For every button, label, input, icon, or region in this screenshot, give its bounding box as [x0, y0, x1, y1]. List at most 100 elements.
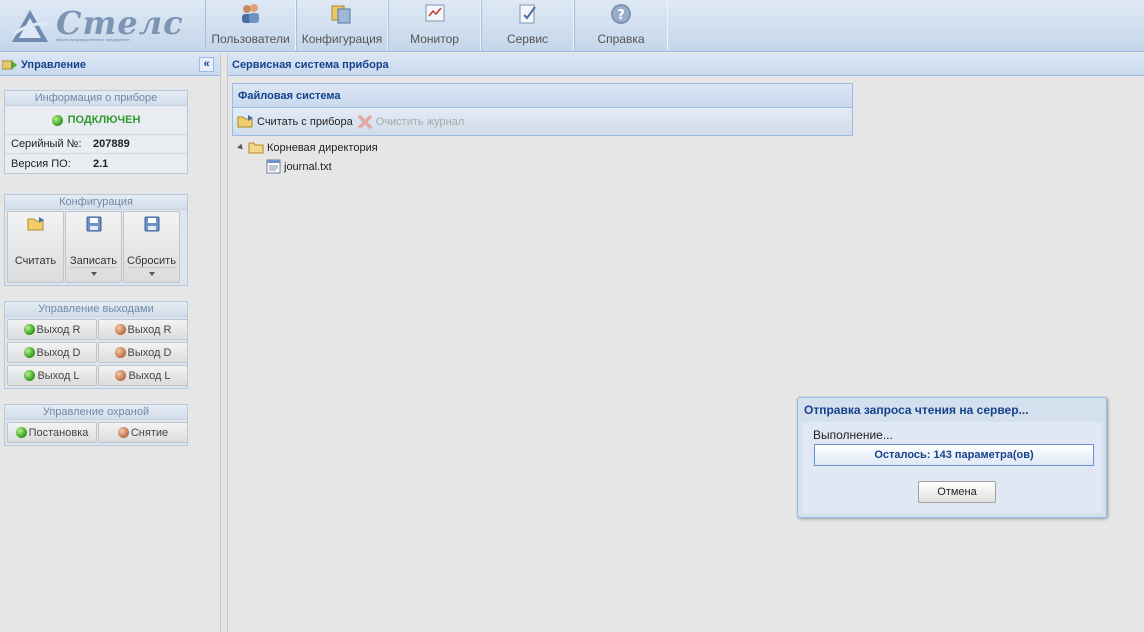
folder-open-icon — [27, 216, 45, 234]
nav-configuration-label: Конфигурация — [301, 32, 383, 46]
nav-help-button[interactable]: ? Справка — [574, 0, 668, 50]
security-group: Управление охраной Постановка Снятие — [4, 404, 188, 446]
output-r-off-label: Выход R — [127, 323, 172, 336]
outputs-title: Управление выходами — [5, 302, 187, 317]
serial-label: Серийный №: — [11, 138, 82, 150]
outputs-group: Управление выходами Выход R Выход R Выхо… — [4, 301, 188, 389]
nav-users-button[interactable]: Пользователи — [205, 0, 296, 50]
output-d-off-button[interactable]: Выход D — [98, 342, 188, 363]
monitor-icon — [422, 1, 448, 27]
arrow-right-icon — [2, 59, 18, 71]
version-label: Версия ПО: — [11, 157, 71, 170]
dialog-title: Отправка запроса чтения на сервер... — [804, 403, 1029, 417]
file-system-header: Файловая система — [232, 83, 853, 108]
dialog-body: Выполнение... Осталось: 143 параметра(ов… — [802, 422, 1102, 513]
service-panel-title: Сервисная система прибора — [232, 58, 389, 71]
nav-monitor-label: Монитор — [410, 32, 459, 46]
off-icon — [115, 370, 127, 381]
arm-button[interactable]: Постановка — [7, 422, 97, 443]
on-icon — [23, 324, 35, 335]
dropdown-arrow-icon[interactable] — [148, 272, 155, 276]
output-l-on-label: Выход L — [37, 369, 80, 382]
tree-file-label: journal.txt — [284, 160, 332, 173]
file-system-toolbar: Считать с прибора Очистить журнал — [232, 108, 853, 136]
save-icon — [144, 216, 160, 234]
write-config-label: Записать — [69, 255, 117, 267]
configuration-buttons: Считать Записать Сбросить — [5, 210, 187, 285]
logo-icon — [12, 10, 49, 42]
read-from-device-button[interactable]: Считать с прибора — [237, 114, 353, 129]
file-tree: Корневая директория journal.txt — [232, 136, 853, 176]
output-l-off-label: Выход L — [128, 369, 171, 382]
configuration-title: Конфигурация — [5, 195, 187, 210]
progress-bar: Осталось: 143 параметра(ов) — [814, 444, 1094, 466]
off-icon — [117, 427, 129, 438]
read-from-device-label: Считать с прибора — [257, 115, 353, 128]
folder-icon — [248, 141, 264, 154]
control-panel-title: Управление — [21, 58, 87, 71]
read-config-label: Считать — [14, 255, 57, 267]
collapse-panel-button[interactable]: « — [199, 57, 214, 72]
device-info-group: Информация о приборе ПОДКЛЮЧЕН Серийный … — [4, 90, 188, 174]
top-navigation: Пользователи Конфигурация Монитор Сервис… — [205, 0, 668, 52]
control-panel-header: Управление « — [0, 54, 220, 76]
users-icon — [238, 1, 264, 27]
output-r-off-button[interactable]: Выход R — [98, 319, 188, 340]
status-connected-icon — [51, 114, 63, 126]
top-header: Стелс научно-производственное предприяти… — [0, 0, 1144, 52]
security-buttons: Постановка Снятие — [5, 420, 188, 445]
output-d-on-button[interactable]: Выход D — [7, 342, 97, 363]
output-l-off-button[interactable]: Выход L — [98, 365, 188, 386]
help-icon: ? — [608, 1, 634, 27]
output-d-off-label: Выход D — [127, 346, 172, 359]
nav-configuration-button[interactable]: Конфигурация — [296, 0, 388, 50]
tree-file-node[interactable]: journal.txt — [232, 157, 853, 176]
nav-service-label: Сервис — [506, 32, 549, 46]
write-config-button[interactable]: Записать — [65, 211, 122, 283]
off-icon — [114, 324, 126, 335]
cancel-button[interactable]: Отмена — [918, 481, 996, 503]
nav-service-button[interactable]: Сервис — [481, 0, 574, 50]
disarm-label: Снятие — [130, 426, 169, 439]
output-d-on-label: Выход D — [36, 346, 81, 359]
version-row: Версия ПО: 2.1 — [5, 154, 187, 173]
nav-users-label: Пользователи — [211, 32, 290, 46]
progress-text: Осталось: 143 параметра(ов) — [874, 449, 1034, 461]
on-icon — [15, 427, 27, 438]
reset-config-label: Сбросить — [127, 255, 176, 267]
service-panel: Сервисная система прибора Файловая систе… — [227, 54, 1144, 632]
output-r-on-button[interactable]: Выход R — [7, 319, 97, 340]
configuration-group: Конфигурация Считать Записать Сбросить — [4, 194, 188, 286]
version-value: 2.1 — [93, 157, 109, 170]
connection-status: ПОДКЛЮЧЕН — [5, 106, 187, 135]
control-panel: Управление « Информация о приборе ПОДКЛЮ… — [0, 54, 221, 632]
outputs-grid: Выход R Выход R Выход D Выход D Выход L … — [5, 317, 188, 388]
output-l-on-button[interactable]: Выход L — [7, 365, 97, 386]
security-title: Управление охраной — [5, 405, 187, 420]
serial-value: 207889 — [93, 138, 130, 150]
off-icon — [114, 347, 126, 358]
reset-config-button[interactable]: Сбросить — [123, 211, 180, 283]
on-icon — [23, 347, 35, 358]
logo-subtext: научно-производственное предприятие — [56, 37, 130, 42]
clear-journal-button[interactable]: Очистить журнал — [357, 114, 465, 130]
file-system-title: Файловая система — [238, 89, 341, 102]
progress-dialog: Отправка запроса чтения на сервер... Вып… — [797, 397, 1107, 518]
nav-monitor-button[interactable]: Монитор — [388, 0, 481, 50]
dropdown-arrow-icon[interactable] — [90, 272, 97, 276]
device-info-title: Информация о приборе — [5, 91, 187, 106]
folder-open-icon — [237, 114, 254, 129]
clear-journal-label: Очистить журнал — [375, 115, 465, 128]
read-config-button[interactable]: Считать — [7, 211, 64, 283]
disarm-button[interactable]: Снятие — [98, 422, 188, 443]
dialog-message: Выполнение... — [813, 428, 893, 442]
arm-label: Постановка — [28, 426, 89, 439]
service-panel-header: Сервисная система прибора — [228, 54, 1144, 76]
serial-row: Серийный №: 207889 — [5, 135, 187, 154]
output-r-on-label: Выход R — [36, 323, 81, 336]
logo: Стелс научно-производственное предприяти… — [10, 4, 200, 46]
file-system-panel: Файловая система Считать с прибора Очист… — [232, 83, 853, 176]
expanded-arrow-icon[interactable] — [237, 143, 245, 152]
tree-root-node[interactable]: Корневая директория — [232, 138, 853, 157]
connection-status-text: ПОДКЛЮЧЕН — [67, 114, 141, 126]
